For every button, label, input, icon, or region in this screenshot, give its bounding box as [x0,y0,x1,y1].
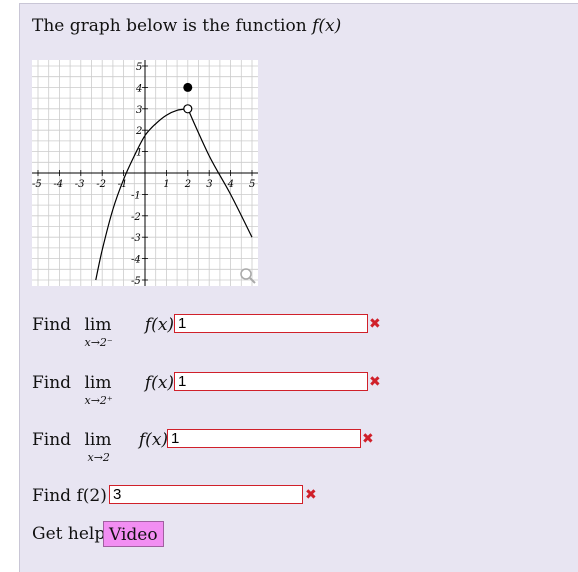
x-tick-label: 2 [184,179,191,190]
y-tick-label: -2 [131,212,141,223]
answer-input-right-limit[interactable]: 1 [174,372,368,391]
zoom-icon[interactable] [240,268,256,284]
y-tick-label: 5 [136,62,142,73]
answer-input-f2[interactable]: 3 [109,485,303,504]
wrong-mark-icon: ✖ [369,374,381,390]
y-tick-label: 2 [135,126,142,137]
y-tick-label: 4 [135,83,142,94]
y-tick-label: 3 [136,105,142,116]
answer-input-limit[interactable]: 1 [167,429,361,448]
x-tick-label: -3 [75,179,85,190]
lim-label: lim [84,430,112,450]
x-tick-label: -2 [96,179,106,190]
question-left-limit: Find lim x→2⁻ f(x) [32,315,175,349]
x-tick-label: -4 [53,179,63,190]
answer-input-left-limit[interactable]: 1 [174,314,368,333]
video-help-button[interactable]: Video [103,521,164,547]
function-name: f(x) [312,16,342,36]
y-tick-label: -3 [131,233,141,244]
lim-label: lim [84,373,112,393]
y-tick-label: -1 [131,190,141,201]
wrong-mark-icon: ✖ [362,431,374,447]
wrong-mark-icon: ✖ [369,316,381,332]
open-point [183,104,193,114]
limit-subscript: x→2⁻ [84,336,113,349]
help-label: Get help: [32,524,111,544]
function-graph: -5 -4 -3 -2 -1 1 2 3 4 554321-1-2-3-4-5 [32,60,258,286]
question-right-limit: Find lim x→2⁺ f(x) [32,373,175,407]
question-panel: The graph below is the function f(x) -5-… [19,3,578,572]
y-tick-label: -5 [131,276,141,286]
y-tick-label: -4 [131,255,141,266]
function-label: f(x) [144,315,175,335]
x-tick-label: 3 [206,179,212,190]
wrong-mark-icon: ✖ [305,487,317,503]
question-function-value: Find f(2) [32,486,107,506]
question-intro: The graph below is the function f(x) [32,16,342,36]
function-label: f(x) [144,373,175,393]
x-tick-label: 5 [249,179,255,190]
limit-subscript: x→2 [87,451,110,464]
function-label: f(x) [138,430,169,450]
question-limit: Find lim x→2 f(x) [32,430,169,464]
lim-label: lim [84,315,112,335]
limit-subscript: x→2⁺ [84,394,113,407]
x-tick-label: -5 [32,179,42,190]
closed-point [183,82,193,92]
x-tick-label: 1 [163,179,169,190]
